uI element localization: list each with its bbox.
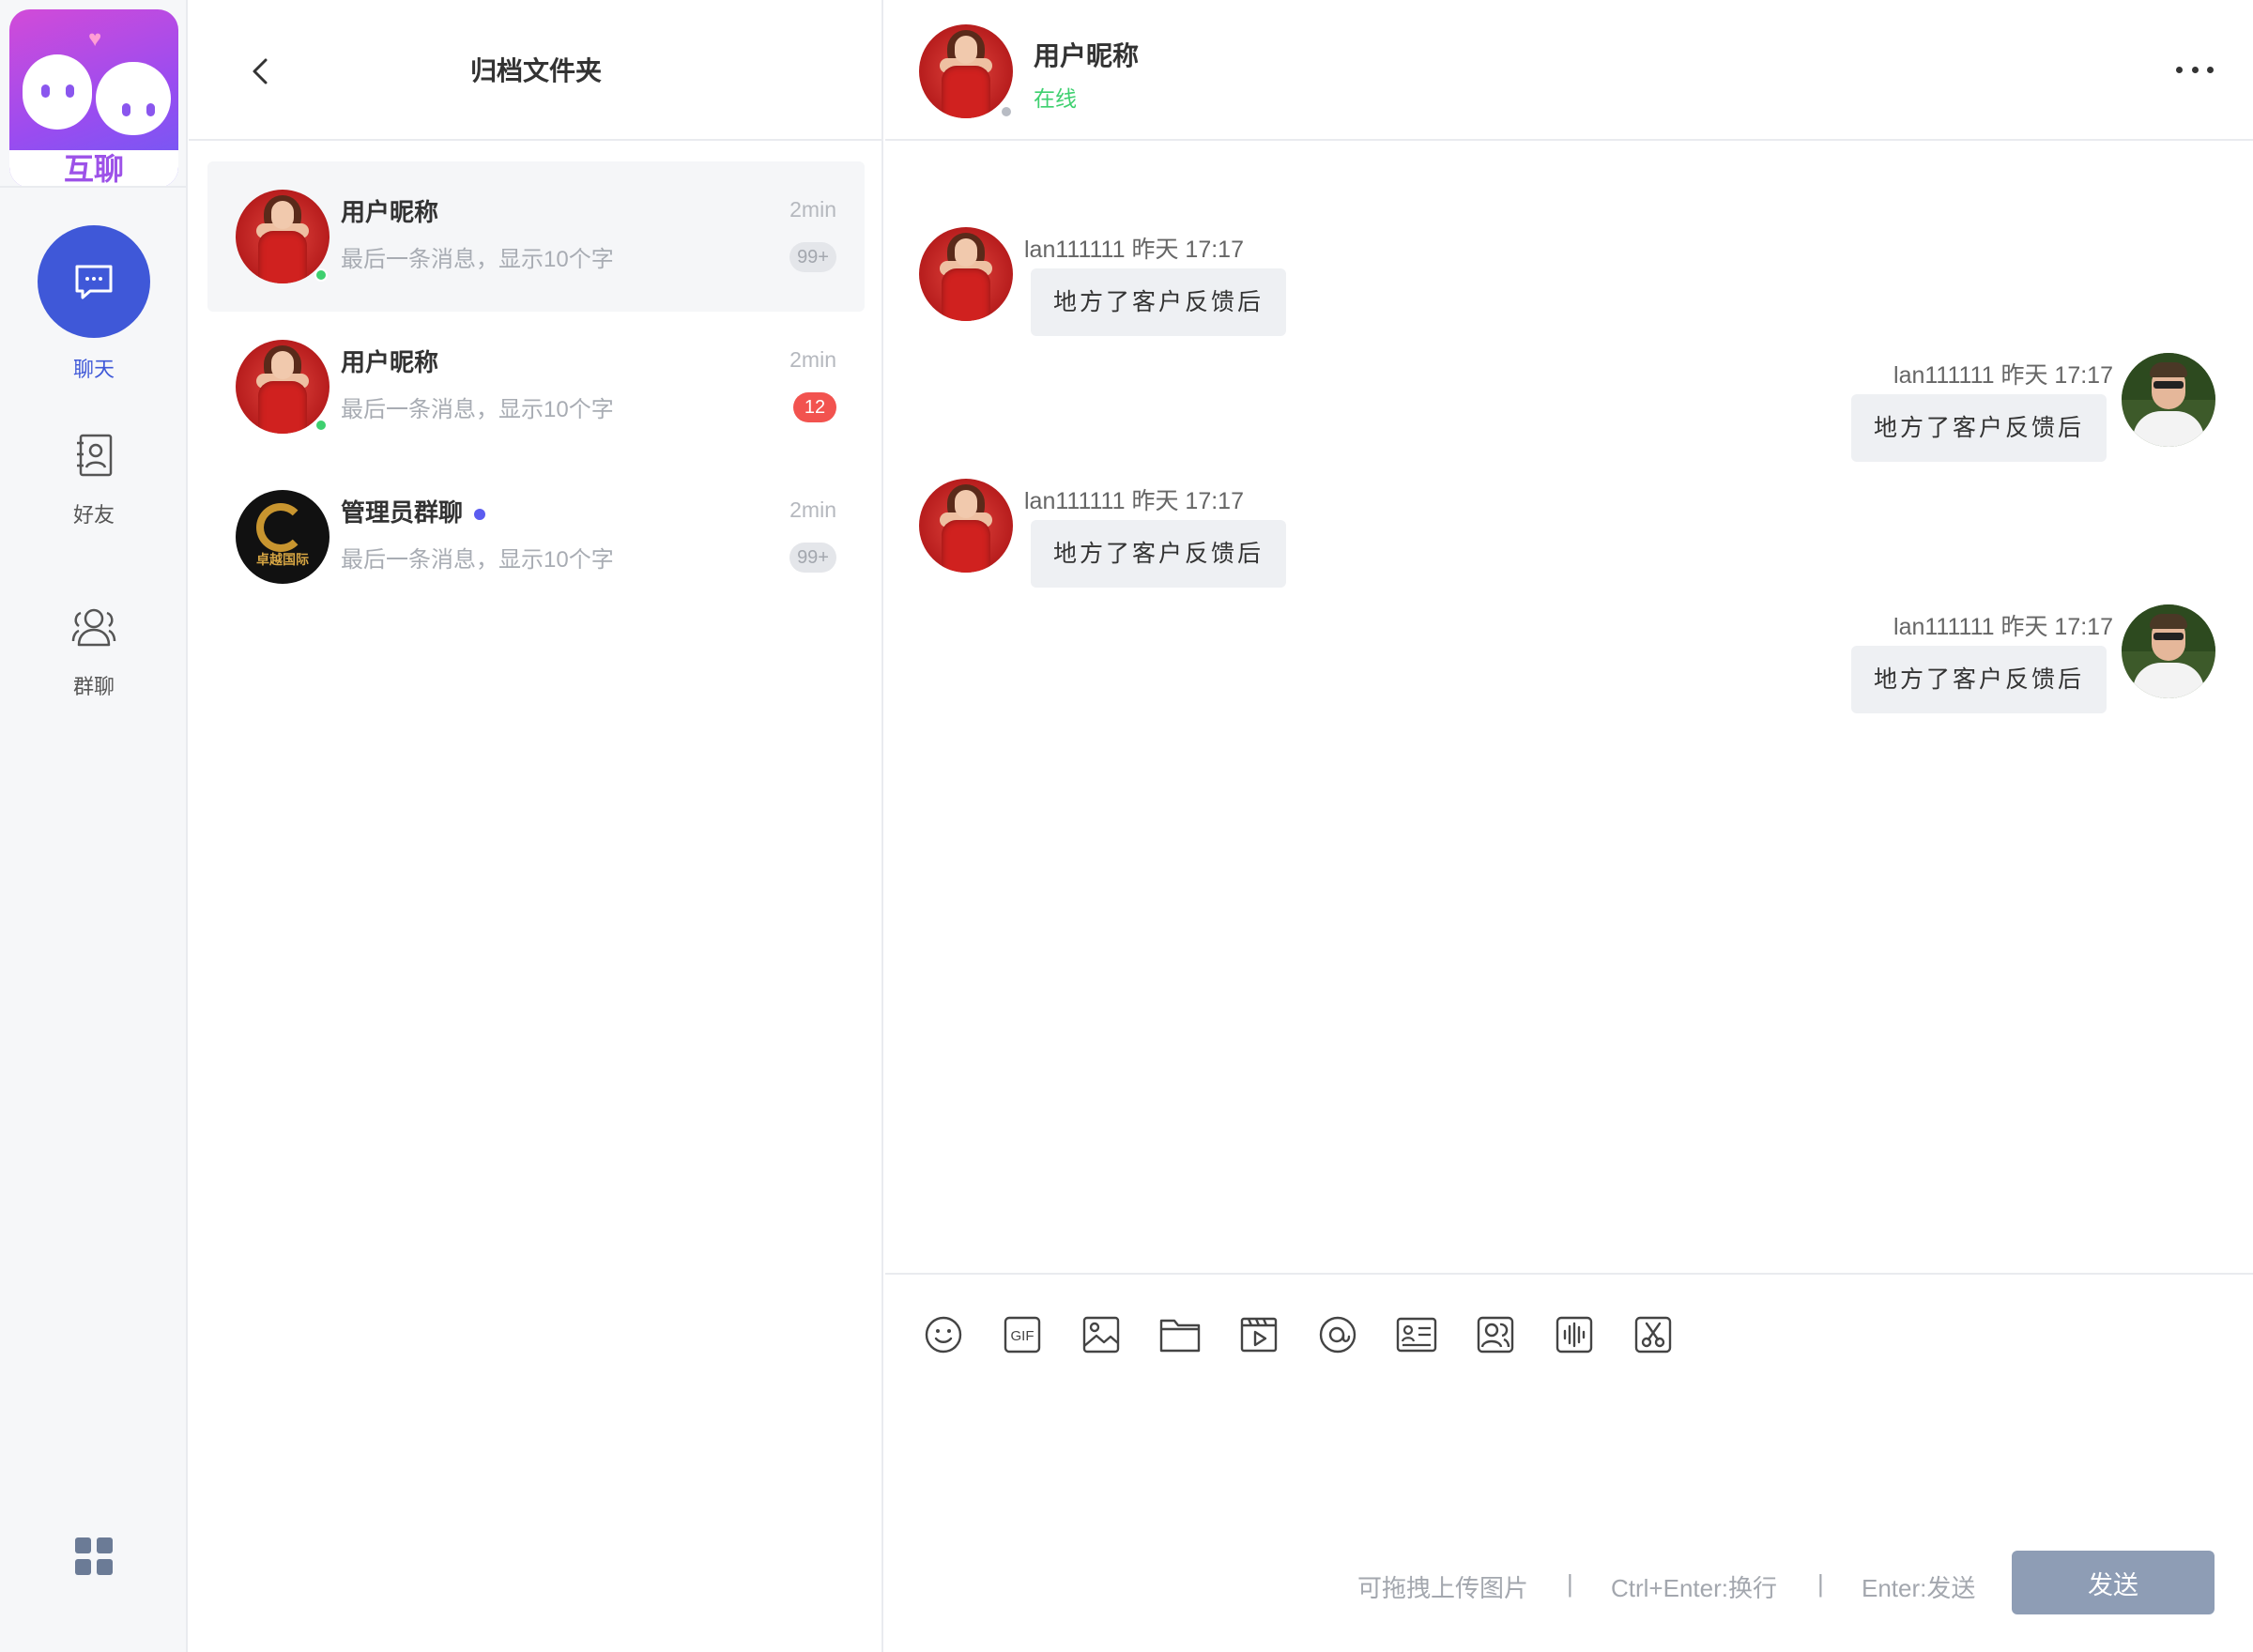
conversation-name: 管理员群聊: [341, 494, 486, 528]
conversation-item[interactable]: 用户昵称 最后一条消息，显示10个字 2min 12: [207, 312, 865, 462]
message-row-incoming: lan111111 昨天 17:17 地方了客户反馈后: [885, 227, 2253, 340]
list-header: 归档文件夹: [189, 0, 883, 141]
emoji-icon: [925, 1316, 962, 1354]
app-window: ♥ 互聊 聊天 好友 群聊 归档文件夹 用户昵称 最后一条消息，显示10个字 2…: [0, 0, 2253, 1652]
chat-panel: 用户昵称 在线 lan111111 昨天 17:17 地方了客户反馈后 lan1…: [885, 0, 2253, 1652]
group-avatar-text: 卓越国际: [256, 552, 309, 567]
gif-icon: GIF: [1004, 1316, 1041, 1354]
nav-item-friends[interactable]: 好友: [0, 427, 188, 528]
message-input[interactable]: [923, 1389, 2218, 1539]
nav-label-chat: 聊天: [72, 358, 115, 381]
more-options-icon[interactable]: [2176, 62, 2214, 77]
message-meta: lan111111 昨天 17:17: [1893, 362, 2113, 389]
chat-partner-avatar[interactable]: [919, 24, 1013, 118]
gif-button[interactable]: GIF: [1002, 1312, 1043, 1357]
conversation-item[interactable]: 用户昵称 最后一条消息，显示10个字 2min 99+: [207, 161, 865, 312]
conversation-time: 2min: [789, 197, 836, 222]
nav-item-chat[interactable]: 聊天: [0, 225, 188, 383]
conversation-preview: 最后一条消息，显示10个字: [341, 547, 614, 573]
sender-avatar[interactable]: [919, 479, 1013, 573]
chat-header: 用户昵称 在线: [885, 0, 2253, 141]
contacts-icon: [1477, 1316, 1514, 1354]
video-button[interactable]: [1238, 1312, 1280, 1357]
conversation-time: 2min: [789, 497, 836, 522]
app-logo: ♥ 互聊: [9, 9, 178, 188]
message-row-outgoing: lan111111 昨天 17:17 地方了客户反馈后: [885, 604, 2253, 717]
video-icon: [1240, 1317, 1278, 1353]
hint-separator: |: [1817, 1569, 1824, 1598]
hint-drag-upload: 可拖拽上传图片: [1357, 1574, 1529, 1602]
contact-card-button[interactable]: [1396, 1312, 1437, 1357]
conversation-preview: 最后一条消息，显示10个字: [341, 247, 614, 272]
message-meta: lan111111 昨天 17:17: [1893, 614, 2113, 640]
sender-avatar[interactable]: [919, 227, 1013, 321]
conversation-time: 2min: [789, 347, 836, 372]
voice-button[interactable]: [1554, 1312, 1595, 1357]
unread-badge: 99+: [789, 543, 836, 573]
app-logo-text: 互聊: [9, 150, 178, 188]
avatar: [236, 340, 330, 434]
contact-card-icon: [1396, 1317, 1437, 1353]
message-row-outgoing: lan111111 昨天 17:17 地方了客户反馈后: [885, 353, 2253, 466]
nav-rail: ♥ 互聊 聊天 好友 群聊: [0, 0, 188, 1652]
heart-icon: ♥: [88, 26, 102, 52]
gif-icon-label: GIF: [1011, 1328, 1035, 1344]
apps-grid-icon[interactable]: [73, 1536, 115, 1577]
conversation-name: 用户昵称: [341, 198, 439, 226]
group-icon: [71, 608, 116, 647]
message-bubble[interactable]: 地方了客户反馈后: [1850, 646, 2107, 713]
mention-button[interactable]: [1317, 1312, 1358, 1357]
conversation-item[interactable]: 卓越国际 管理员群聊 最后一条消息，显示10个字 2min 99+: [207, 462, 865, 612]
hint-separator: |: [1567, 1569, 1573, 1598]
chat-partner-name: 用户昵称: [1034, 41, 1140, 70]
sender-avatar[interactable]: [2122, 604, 2215, 698]
unread-dot: [474, 509, 486, 521]
nav-label-groups: 群聊: [72, 675, 115, 698]
message-bubble[interactable]: 地方了客户反馈后: [1850, 394, 2107, 462]
unread-badge: 12: [793, 392, 836, 422]
composer-toolbar: GIF: [923, 1312, 1674, 1361]
message-meta: lan111111 昨天 17:17: [1024, 237, 1244, 263]
nav-label-friends: 好友: [72, 503, 115, 527]
composer-divider: [885, 1273, 2253, 1275]
image-button[interactable]: [1081, 1312, 1122, 1357]
conversation-name: 用户昵称: [341, 348, 439, 376]
contacts-icon: [77, 434, 113, 477]
group-avatar: 卓越国际: [236, 490, 330, 584]
message-row-incoming: lan111111 昨天 17:17 地方了客户反馈后: [885, 479, 2253, 591]
message-bubble[interactable]: 地方了客户反馈后: [1031, 268, 1287, 336]
nav-item-groups[interactable]: 群聊: [0, 599, 188, 700]
send-button[interactable]: 发送: [2012, 1551, 2215, 1614]
screenshot-button[interactable]: [1632, 1312, 1674, 1357]
folder-icon: [1159, 1319, 1201, 1353]
message-bubble[interactable]: 地方了客户反馈后: [1031, 520, 1287, 588]
conversation-list-panel: 归档文件夹 用户昵称 最后一条消息，显示10个字 2min 99+ 用户昵称 最…: [189, 0, 883, 1652]
hint-send: Enter:发送: [1862, 1574, 1976, 1602]
image-icon: [1082, 1316, 1120, 1354]
file-button[interactable]: [1159, 1312, 1201, 1357]
online-status-dot: [314, 419, 328, 432]
message-meta: lan111111 昨天 17:17: [1024, 488, 1244, 514]
hint-newline: Ctrl+Enter:换行: [1611, 1574, 1777, 1602]
sender-avatar[interactable]: [2122, 353, 2215, 447]
online-status-dot: [314, 268, 328, 282]
share-contact-button[interactable]: [1475, 1312, 1516, 1357]
chat-partner-status: 在线: [1034, 86, 1077, 111]
mention-icon: [1319, 1316, 1356, 1354]
screenshot-icon: [1634, 1316, 1672, 1354]
unread-badge: 99+: [789, 242, 836, 272]
nav-chat-active-bg: [38, 225, 150, 338]
chat-bubble-icon: [75, 265, 113, 299]
status-dot: [1000, 105, 1013, 118]
avatar: [236, 190, 330, 283]
emoji-button[interactable]: [923, 1312, 964, 1357]
conversation-preview: 最后一条消息，显示10个字: [341, 397, 614, 422]
rail-divider: [0, 186, 188, 188]
voice-icon: [1556, 1316, 1593, 1354]
list-title: 归档文件夹: [469, 56, 602, 85]
